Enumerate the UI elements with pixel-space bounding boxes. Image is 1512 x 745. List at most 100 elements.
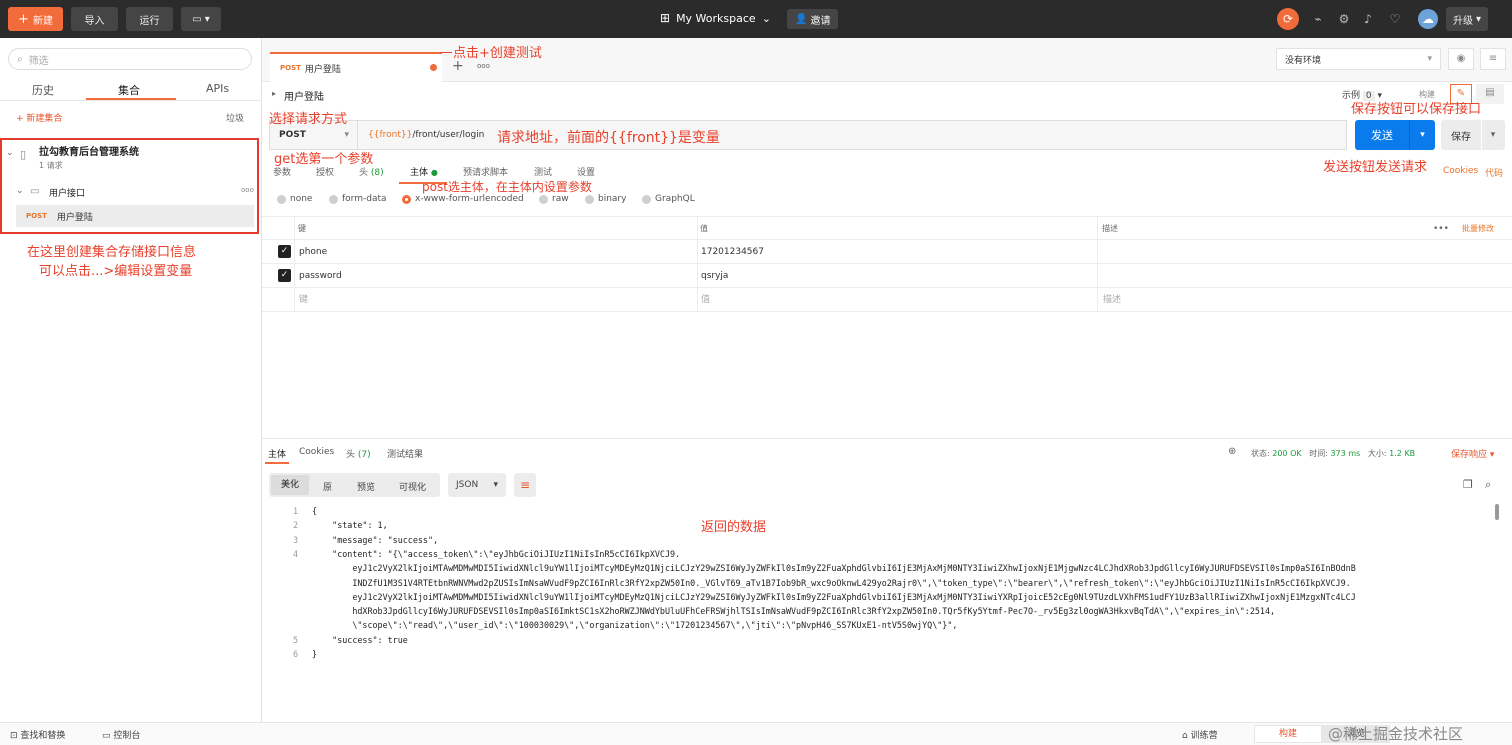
request-tab[interactable]: POST 用户登陆 [270, 52, 442, 82]
unsaved-dot [430, 64, 437, 71]
find-replace-button[interactable]: ⊡ 查找和替换 [10, 728, 65, 741]
radio-none[interactable]: none [277, 194, 312, 204]
tab-tests[interactable]: 测试 [534, 165, 552, 178]
annotation-collection: 在这里创建集合存储接口信息 [27, 245, 197, 260]
radio-form-data[interactable]: form-data [329, 194, 387, 204]
chevron-down-icon: ▾ [1427, 54, 1432, 64]
chevron-down-icon[interactable]: ▾ [1410, 130, 1435, 140]
workspace-selector[interactable]: ⊞ My Workspace ⌄ [660, 11, 771, 25]
new-collection-button[interactable]: + 新建集合 [16, 111, 62, 124]
radio-graphql[interactable]: GraphQL [642, 194, 695, 204]
grid-icon: ⊞ [660, 11, 671, 25]
radio-urlencoded[interactable]: x-www-form-urlencoded [402, 194, 524, 204]
filter-input[interactable]: ⌕ 筛选 [8, 48, 252, 70]
build-mode-button[interactable]: 构建 [1254, 725, 1322, 743]
tab-history[interactable]: 历史 [32, 82, 54, 98]
view-visualize[interactable]: 可视化 [399, 480, 426, 493]
line-number: 4 [292, 548, 298, 559]
tab-settings[interactable]: 设置 [577, 165, 595, 178]
tab-prerequest[interactable]: 预请求脚本 [463, 165, 508, 178]
status-value: 200 OK [1272, 449, 1302, 458]
view-preview[interactable]: 预览 [357, 480, 375, 493]
save-response-button[interactable]: 保存响应 ▾ [1451, 447, 1494, 460]
eye-icon[interactable]: ◉ [1448, 48, 1474, 70]
table-row-new: 键 值 描述 [262, 288, 1512, 312]
value-input[interactable]: 值 [701, 288, 710, 312]
more-icon[interactable]: ••• [1433, 217, 1449, 241]
code-line: "state": 1, [312, 520, 388, 531]
url-input[interactable]: {{front}}/front/user/login [358, 130, 484, 140]
resp-tab-body[interactable]: 主体 [268, 447, 286, 460]
value-cell[interactable]: 17201234567 [701, 240, 764, 264]
import-button[interactable]: 导入 [71, 7, 118, 31]
value-cell[interactable]: qsryja [701, 264, 728, 288]
sync-icon[interactable]: ⟳ [1277, 8, 1299, 30]
window-icon: ▭ ▾ [192, 13, 210, 25]
desc-input[interactable]: 描述 [1103, 288, 1121, 312]
cookies-link[interactable]: Cookies [1443, 166, 1478, 176]
save-button[interactable]: 保存 ▾ [1441, 120, 1505, 150]
wrap-icon[interactable]: ≡ [514, 473, 536, 497]
annotation-variable: 可以点击...>编辑设置变量 [39, 264, 193, 279]
sliders-icon[interactable]: ≡ [1480, 48, 1506, 70]
key-cell[interactable]: phone [299, 240, 327, 264]
view-pretty[interactable]: 美化 [271, 475, 309, 495]
chevron-down-icon: ▾ [344, 130, 349, 140]
satellite-icon[interactable]: ⌁ [1309, 10, 1327, 28]
format-select[interactable]: JSON ▾ [448, 473, 506, 497]
console-button[interactable]: ▭ 控制台 [102, 728, 140, 741]
upgrade-button[interactable]: 升级 ▾ [1446, 7, 1488, 31]
row-checkbox[interactable]: ✓ [278, 245, 291, 258]
new-window-button[interactable]: ▭ ▾ [181, 7, 221, 31]
environment-select[interactable]: 没有环境 ▾ [1276, 48, 1441, 70]
resp-tab-tests[interactable]: 测试结果 [387, 447, 423, 460]
line-number: 1 [292, 506, 298, 516]
bell-icon[interactable]: ♪ [1359, 10, 1377, 28]
bulk-edit-link[interactable]: 批量修改 [1462, 217, 1494, 241]
graduation-icon: ⌂ [1182, 731, 1188, 741]
chevron-down-icon: ▾ [1475, 13, 1482, 25]
search-icon[interactable]: ⌕ [1485, 478, 1491, 492]
row-checkbox[interactable]: ✓ [278, 269, 291, 282]
resp-tab-cookies[interactable]: Cookies [299, 447, 334, 457]
tab-body[interactable]: 主体 ● [410, 165, 438, 178]
code-link[interactable]: 代码 [1485, 166, 1503, 179]
radio-raw[interactable]: raw [539, 194, 569, 204]
search-icon: ⌕ [17, 53, 23, 65]
new-button[interactable]: + 新建 [8, 7, 63, 31]
invite-button[interactable]: 👤 邀请 [787, 9, 839, 29]
tab-apis[interactable]: APIs [206, 82, 229, 95]
response-stats: 状态: 200 OK 时间: 373 ms 大小: 1.2 KB [1251, 449, 1416, 458]
copy-icon[interactable]: ❐ [1463, 478, 1473, 491]
chevron-down-icon[interactable]: ▾ [1482, 130, 1504, 140]
line-number: 2 [292, 520, 298, 531]
globe-icon[interactable]: ⊕ [1228, 446, 1236, 457]
code-line: } [312, 649, 318, 659]
tab-active-indicator [265, 462, 289, 464]
code-line: { [312, 506, 318, 516]
request-title: 用户登陆 [284, 92, 324, 103]
top-bar: + 新建 导入 运行 ▭ ▾ ⊞ My Workspace ⌄ 👤 邀请 ⟳ ⌁ ⚙ ♪… [0, 0, 1512, 38]
settings-icon[interactable]: ⚙ [1335, 10, 1353, 28]
line-number: 3 [292, 534, 298, 545]
trash-link[interactable]: 垃圾 [226, 111, 244, 124]
code-line: INDZfU1M3S1V4RTEtbnRWNVMwd2pZUSIsImNsaWV… [312, 577, 1351, 588]
view-raw[interactable]: 原 [323, 480, 332, 493]
code-line: \"scope\":\"read\",\"user_id\":\"1000300… [312, 620, 958, 631]
resp-tab-headers[interactable]: 头 (7) [346, 447, 371, 460]
scrollbar[interactable] [1495, 504, 1499, 520]
send-button[interactable]: 发送 ▾ [1355, 120, 1435, 150]
tab-collections[interactable]: 集合 [118, 82, 140, 98]
chevron-right-icon[interactable]: ▸ [272, 89, 276, 98]
annotation-post: post选主体，在主体内设置参数 [422, 180, 592, 194]
chevron-down-icon: ⌄ [761, 11, 771, 25]
bootcamp-button[interactable]: ⌂ 训练营 [1182, 728, 1218, 741]
runner-button[interactable]: 运行 [126, 7, 173, 31]
heart-icon[interactable]: ♡ [1386, 10, 1404, 28]
radio-binary[interactable]: binary [585, 194, 626, 204]
plus-icon: + [18, 11, 29, 27]
avatar[interactable]: ☁ [1418, 9, 1438, 29]
more-tabs-icon[interactable]: ooo [477, 62, 490, 70]
key-input[interactable]: 键 [299, 288, 308, 312]
key-cell[interactable]: password [299, 264, 342, 288]
